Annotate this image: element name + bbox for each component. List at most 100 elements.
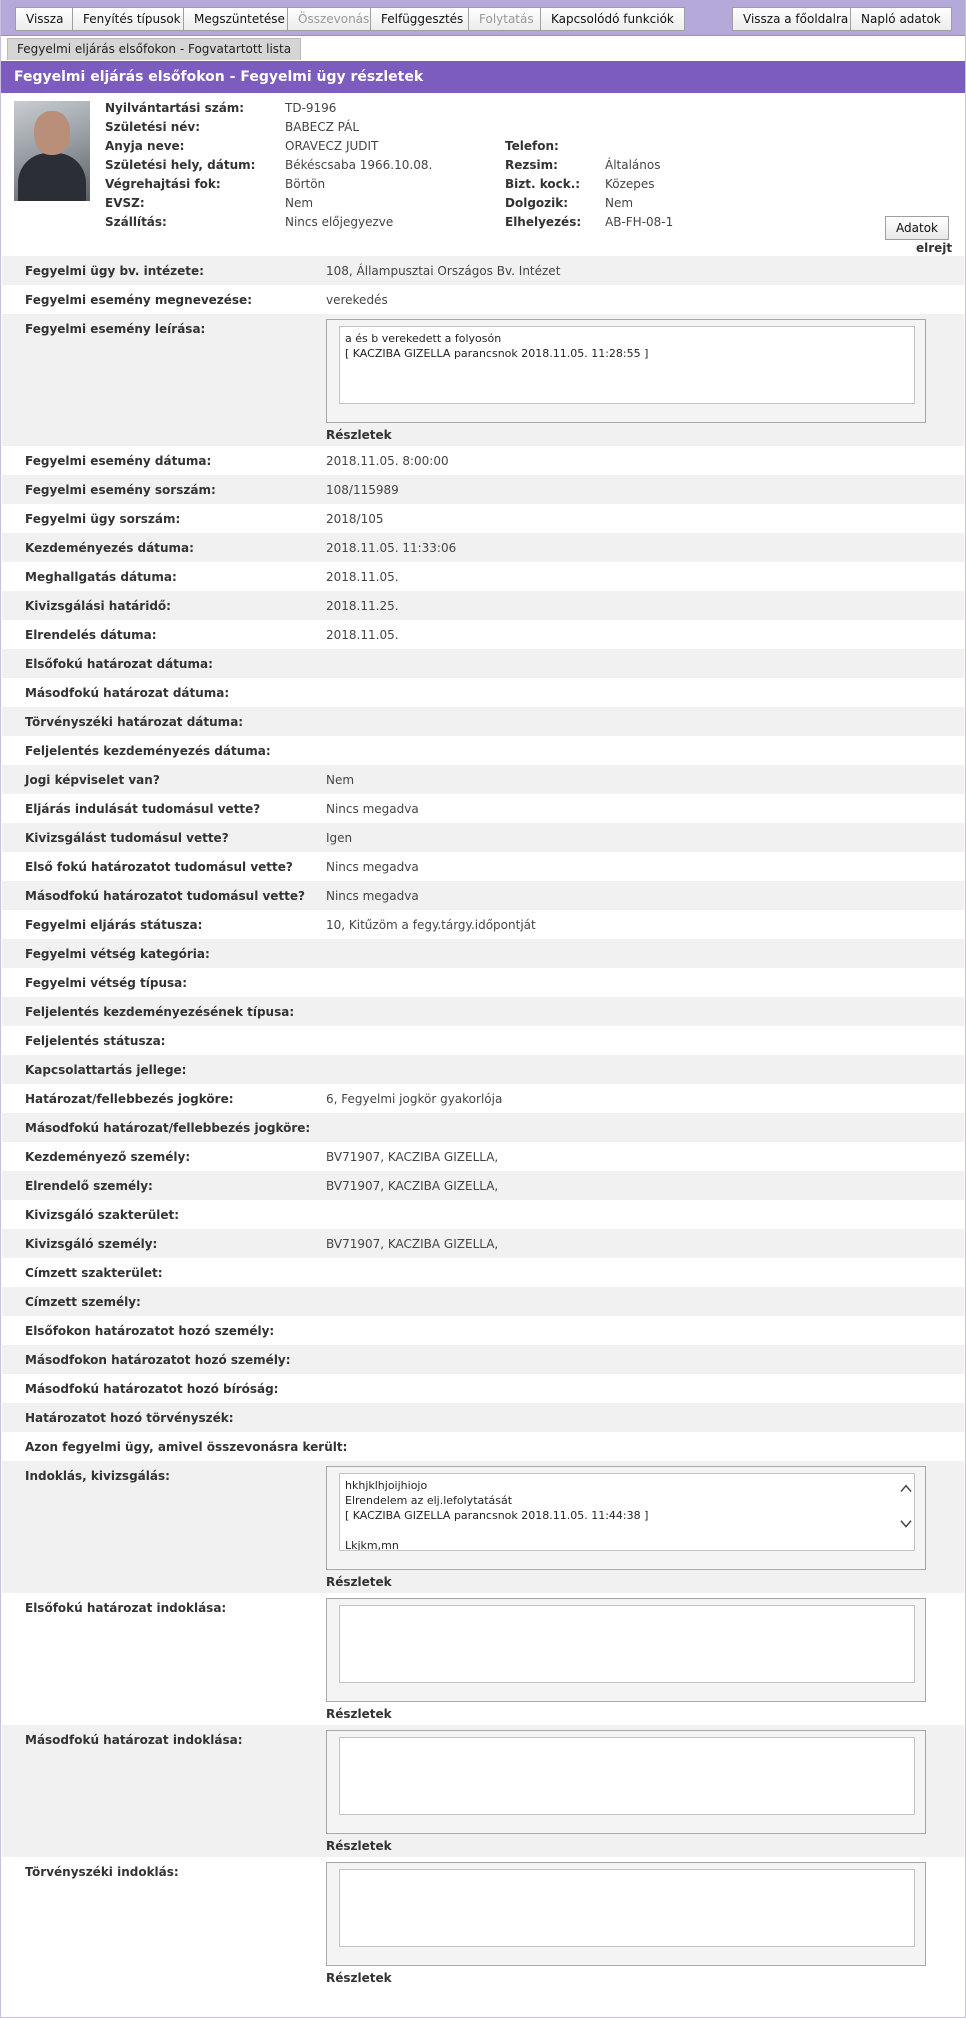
- detail-row: Címzett szakterület:: [2, 1258, 964, 1287]
- person-value: Nem: [605, 196, 634, 210]
- detail-value: 2018.11.25.: [326, 599, 399, 613]
- person-label: Bizt. kock.:: [505, 177, 581, 191]
- text-line: hkhjklhjoijhiojo: [345, 1479, 428, 1492]
- text-area-frame: [326, 1598, 926, 1702]
- detail-row: Meghallgatás dátuma: 2018.11.05.: [2, 562, 964, 591]
- person-value: BABECZ PÁL: [285, 120, 360, 134]
- detail-label: Törvényszéki indoklás:: [25, 1865, 179, 1879]
- detail-label: Másodfokon határozatot hozó személy:: [25, 1353, 291, 1367]
- detail-label: Kapcsolattartás jellege:: [25, 1063, 187, 1077]
- detail-row: Fegyelmi ügy bv. intézete: 108, Állampusz…: [2, 256, 964, 285]
- related-functions-button[interactable]: Kapcsolódó funkciók: [540, 7, 685, 31]
- detail-row: Elrendelő személy: BV71907, KACZIBA GIZEL…: [2, 1171, 964, 1200]
- person-label: Anyja neve:: [105, 139, 185, 153]
- person-value: AB-FH-08-1: [605, 215, 674, 229]
- back-to-home-button[interactable]: Vissza a főoldalra: [732, 7, 860, 31]
- detail-row: Fegyelmi esemény megnevezése: verekedés: [2, 285, 964, 314]
- detail-row: Törvényszéki indoklás: Részletek: [2, 1857, 964, 1989]
- details-link[interactable]: Részletek: [326, 1839, 392, 1853]
- detail-row: Kivizsgáló szakterület:: [2, 1200, 964, 1229]
- detail-row: Feljelentés kezdeményezés dátuma:: [2, 736, 964, 765]
- text-area[interactable]: a és b verekedett a folyosón [ KACZIBA GI…: [339, 326, 915, 404]
- scrollbar[interactable]: [898, 1474, 914, 1550]
- detail-row: Kezdeményező személy: BV71907, KACZIBA GI…: [2, 1142, 964, 1171]
- detail-label: Fegyelmi esemény sorszám:: [25, 483, 216, 497]
- detail-row: Elsőfokon határozatot hozó személy:: [2, 1316, 964, 1345]
- detail-value: Nem: [326, 773, 355, 787]
- person-value: Börtön: [285, 177, 326, 191]
- hide-link[interactable]: elrejt: [916, 241, 952, 255]
- text-area[interactable]: hkhjklhjoijhiojo Elrendelem az elj.lefoly…: [339, 1473, 915, 1551]
- person-label: Nyilvántartási szám:: [105, 101, 245, 115]
- text-area-frame: [326, 1862, 926, 1966]
- detail-label: Elsőfokú határozat dátuma:: [25, 657, 213, 671]
- details-link[interactable]: Részletek: [326, 1707, 392, 1721]
- detail-row: Másodfokú határozatot tudomásul vette? Ni…: [2, 881, 964, 910]
- continue-button[interactable]: Folytatás: [468, 7, 545, 31]
- detail-label: Kivizsgálási határidő:: [25, 599, 171, 613]
- detail-row: Fegyelmi esemény dátuma: 2018.11.05. 8:00…: [2, 446, 964, 475]
- detail-label: Jogi képviselet van?: [25, 773, 160, 787]
- detail-row: Indoklás, kivizsgálás: hkhjklhjoijhiojo El…: [2, 1461, 964, 1593]
- person-value: ORAVECZ JUDIT: [285, 139, 379, 153]
- detail-row: Másodfokú határozat dátuma:: [2, 678, 964, 707]
- detail-label: Azon fegyelmi ügy, amivel összevonásra k…: [25, 1440, 348, 1454]
- detail-label: Fegyelmi esemény megnevezése:: [25, 293, 252, 307]
- prisoner-photo: [14, 101, 90, 201]
- page-title: Fegyelmi eljárás elsőfokon - Fegyelmi üg…: [1, 61, 965, 93]
- detail-label: Kezdeményező személy:: [25, 1150, 191, 1164]
- person-value: Nem: [285, 196, 314, 210]
- terminate-button[interactable]: Megszüntetése: [183, 7, 296, 31]
- text-line: Lkjkm,mn: [345, 1539, 399, 1551]
- text-area[interactable]: [339, 1737, 915, 1815]
- detail-label: Eljárás indulását tudomásul vette?: [25, 802, 261, 816]
- back-button[interactable]: Vissza: [15, 7, 75, 31]
- detail-row: Eljárás indulását tudomásul vette? Nincs …: [2, 794, 964, 823]
- detail-label: Törvényszéki határozat dátuma:: [25, 715, 244, 729]
- detail-label: Másodfokú határozatot hozó bíróság:: [25, 1382, 279, 1396]
- detail-label: Határozatot hozó törvényszék:: [25, 1411, 234, 1425]
- detail-label: Meghallgatás dátuma:: [25, 570, 177, 584]
- person-value: Békéscsaba 1966.10.08.: [285, 158, 433, 172]
- details-button[interactable]: Adatok: [885, 216, 949, 240]
- detail-value: BV71907, KACZIBA GIZELLA,: [326, 1150, 499, 1164]
- merge-button[interactable]: Összevonás: [287, 7, 381, 31]
- detail-value: 2018.11.05. 11:33:06: [326, 541, 457, 555]
- detail-label: Elsőfokú határozat indoklása:: [25, 1601, 227, 1615]
- tab-prisoner-list[interactable]: Fegyelmi eljárás elsőfokon - Fogvatartot…: [7, 38, 302, 60]
- detail-label: Kivizsgáló személy:: [25, 1237, 158, 1251]
- detail-label: Kivizsgáló szakterület:: [25, 1208, 180, 1222]
- detail-label: Fegyelmi vétség kategória:: [25, 947, 210, 961]
- detail-row: Fegyelmi esemény leírása: a és b verekede…: [2, 314, 964, 446]
- detail-value: 108/115989: [326, 483, 399, 497]
- detail-label: Címzett szakterület:: [25, 1266, 163, 1280]
- detail-row: Kezdeményezés dátuma: 2018.11.05. 11:33:0…: [2, 533, 964, 562]
- detail-label: Feljelentés kezdeményezésének típusa:: [25, 1005, 295, 1019]
- toolbar: Vissza Fenyítés típusok Megszüntetése Ös…: [1, 0, 965, 36]
- tab-bar: Fegyelmi eljárás elsőfokon - Fogvatartot…: [1, 36, 965, 61]
- details-link[interactable]: Részletek: [326, 428, 392, 442]
- text-line: Elrendelem az elj.lefolytatását: [345, 1494, 513, 1507]
- detail-label: Első fokú határozatot tudomásul vette?: [25, 860, 293, 874]
- detail-label: Feljelentés kezdeményezés dátuma:: [25, 744, 271, 758]
- detail-label: Feljelentés státusza:: [25, 1034, 166, 1048]
- detail-label: Másodfokú határozat indoklása:: [25, 1733, 243, 1747]
- person-label: EVSZ:: [105, 196, 145, 210]
- person-label: Szállítás:: [105, 215, 167, 229]
- text-area-frame: hkhjklhjoijhiojo Elrendelem az elj.lefoly…: [326, 1466, 926, 1570]
- suspend-button[interactable]: Felfüggesztés: [370, 7, 475, 31]
- detail-row: Fegyelmi vétség kategória:: [2, 939, 964, 968]
- log-data-button[interactable]: Napló adatok: [850, 7, 952, 31]
- details-link[interactable]: Részletek: [326, 1971, 392, 1985]
- detail-label: Fegyelmi vétség típusa:: [25, 976, 188, 990]
- penalty-types-button[interactable]: Fenyítés típusok: [72, 7, 192, 31]
- detail-row: Kivizsgáló személy: BV71907, KACZIBA GIZE…: [2, 1229, 964, 1258]
- details-link[interactable]: Részletek: [326, 1575, 392, 1589]
- detail-label: Másodfokú határozat dátuma:: [25, 686, 230, 700]
- detail-value: 2018.11.05. 8:00:00: [326, 454, 449, 468]
- detail-label: Kezdeményezés dátuma:: [25, 541, 194, 555]
- text-area[interactable]: [339, 1605, 915, 1683]
- detail-row: Elrendelés dátuma: 2018.11.05.: [2, 620, 964, 649]
- text-area[interactable]: [339, 1869, 915, 1947]
- detail-value: Nincs megadva: [326, 802, 419, 816]
